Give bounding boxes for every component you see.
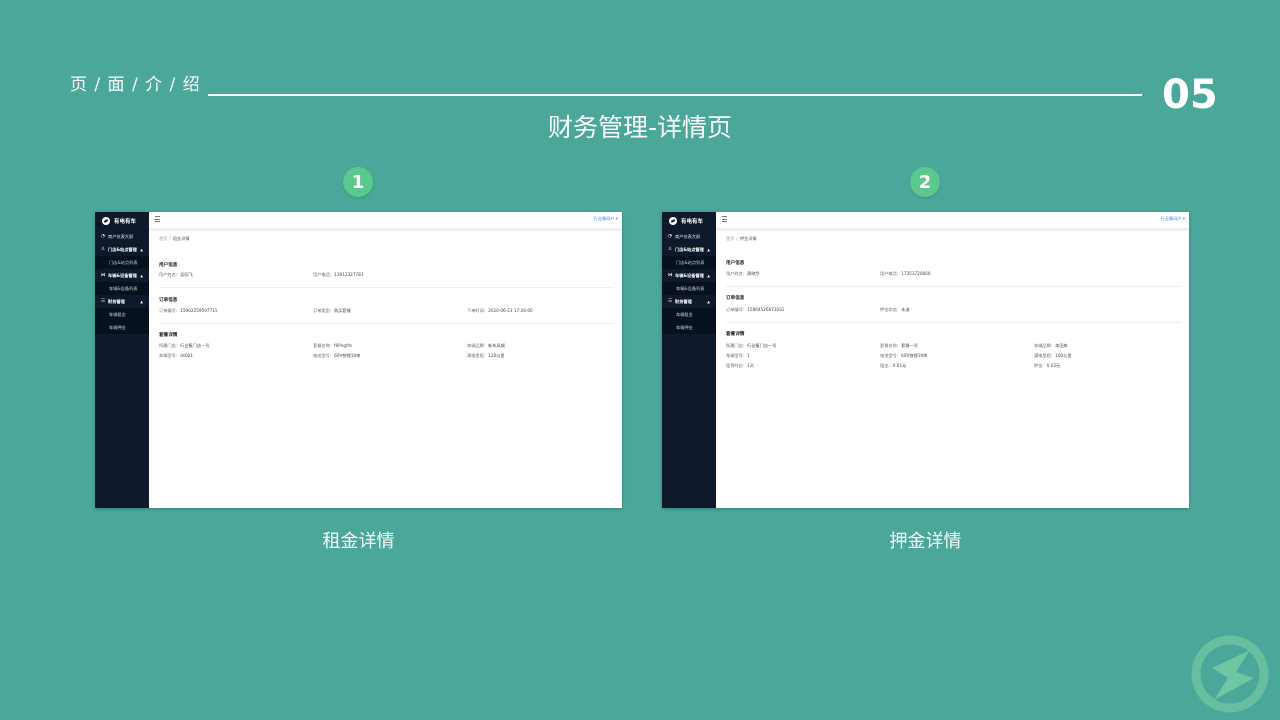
user-phone-field: 用户电话: 13912327781	[313, 272, 364, 277]
logo: 有电有车	[662, 212, 716, 230]
package-field: 租金: 0.01元	[880, 363, 907, 368]
chevron-up-icon: ▲	[707, 247, 710, 252]
user-menu[interactable]: 行业集网户 ▾	[1161, 216, 1185, 222]
package-field: 满电里程: 100公里	[1034, 353, 1072, 358]
sidebar-item-finance[interactable]: ☰ 财务管理 ▲	[95, 295, 149, 308]
vehicle-icon: ⋈	[668, 273, 673, 278]
sidebar-item-dashboard[interactable]: ◔ 商户仪表大屏	[95, 230, 149, 243]
sidebar-item-store-list[interactable]: 门店&站点列表	[662, 256, 716, 269]
order-number-field: 订单编号: 15894526672031	[726, 307, 785, 312]
sidebar: 有电有车 ◔ 商户仪表大屏 ♙ 门店&站点管理 ▲ 门店&站点列表 ⋈ 车辆&设备管理 ▲…	[662, 212, 716, 508]
chevron-up-icon: ▲	[707, 299, 710, 304]
page-title: 财务管理-详情页	[547, 113, 733, 142]
package-field: 电池型号: 60V铁锂19串	[313, 353, 361, 358]
breadcrumb: 首页 / 租金详情	[159, 236, 190, 241]
sidebar-item-stores[interactable]: ♙ 门店&站点管理 ▲	[95, 243, 149, 256]
rent-detail-screenshot: 有电有车 ◔ 商户仪表大屏 ♙ 门店&站点管理 ▲ 门店&站点列表 ⋈ 车辆&设备管理 ▲…	[95, 212, 622, 508]
header-divider	[208, 94, 1142, 96]
package-field: 车辆品牌: 本田车	[1034, 343, 1068, 348]
sidebar-item-rent[interactable]: 车辆租金	[662, 308, 716, 321]
package-field: 车辆型号: ds001	[159, 353, 194, 358]
package-info-title: 套餐详情	[726, 332, 745, 337]
user-name-field: 用户姓名: 周晓华	[726, 271, 760, 276]
finance-icon: ☰	[668, 299, 673, 304]
caption-deposit-detail: 押金详情	[889, 531, 962, 552]
brand-logo-icon	[102, 217, 110, 225]
user-name-field: 用户姓名: 吴阳飞	[159, 272, 193, 277]
vehicle-icon: ⋈	[101, 273, 106, 278]
chevron-up-icon: ▲	[140, 247, 143, 252]
order-time-field: 下单时间: 2020-06-23 17:26:00	[467, 308, 533, 313]
sidebar-item-finance[interactable]: ☰ 财务管理 ▲	[662, 295, 716, 308]
breadcrumb-current: 租金详情	[172, 236, 190, 241]
deposit-status-field: 押金状态: 未退	[880, 307, 910, 312]
dashboard-icon: ◔	[101, 234, 105, 239]
order-number-field: 订单编号: 15902259597711	[159, 308, 218, 313]
chevron-up-icon: ▲	[140, 273, 143, 278]
sidebar-item-vehicles[interactable]: ⋈ 车辆&设备管理 ▲	[95, 269, 149, 282]
sidebar-item-stores[interactable]: ♙ 门店&站点管理 ▲	[662, 243, 716, 256]
sidebar-item-deposit[interactable]: 车辆押金	[662, 321, 716, 334]
menu-icon[interactable]	[155, 216, 160, 222]
chevron-up-icon: ▲	[707, 273, 710, 278]
brand-watermark-icon	[1191, 635, 1269, 713]
sidebar-item-vehicle-list[interactable]: 车辆&设备列表	[662, 282, 716, 295]
breadcrumb-home[interactable]: 首页	[726, 236, 734, 241]
chevron-up-icon: ▲	[140, 299, 143, 304]
brand-logo-icon	[669, 217, 677, 225]
breadcrumb: 首页 / 押金详情	[726, 236, 757, 241]
sidebar-item-rent[interactable]: 车辆租金	[95, 308, 149, 321]
package-field: 套餐名称: f0Pngfrb	[313, 343, 352, 348]
top-bar: 行业集网户 ▾	[149, 212, 622, 231]
sidebar-item-deposit[interactable]: 车辆押金	[95, 321, 149, 334]
user-info-title: 用户信息	[726, 261, 745, 266]
divider	[159, 323, 614, 324]
order-type-field: 订单类型: 购买套餐	[313, 308, 351, 313]
sidebar-item-dashboard[interactable]: ◔ 商户仪表大屏	[662, 230, 716, 243]
sidebar-item-store-list[interactable]: 门店&站点列表	[95, 256, 149, 269]
section-label: 页 / 面 / 介 / 绍	[70, 75, 201, 95]
step-badge-2: 2	[910, 167, 940, 197]
store-icon: ♙	[668, 247, 673, 252]
divider	[159, 287, 614, 288]
divider	[726, 286, 1181, 287]
deposit-detail-screenshot: 有电有车 ◔ 商户仪表大屏 ♙ 门店&站点管理 ▲ 门店&站点列表 ⋈ 车辆&设备管理 ▲…	[662, 212, 1189, 508]
sidebar: 有电有车 ◔ 商户仪表大屏 ♙ 门店&站点管理 ▲ 门店&站点列表 ⋈ 车辆&设备管理 ▲…	[95, 212, 149, 508]
package-field: 套餐名称: 套餐一号	[880, 343, 918, 348]
sidebar-item-vehicle-list[interactable]: 车辆&设备列表	[95, 282, 149, 295]
caption-rent-detail: 租金详情	[322, 531, 395, 552]
user-info-title: 用户信息	[159, 263, 178, 268]
package-field: 满电里程: 120公里	[467, 353, 505, 358]
user-phone-field: 用户电话: 17353720660	[880, 271, 931, 276]
step-badge-1: 1	[343, 167, 373, 197]
store-icon: ♙	[101, 247, 106, 252]
package-field: 所属门店: 行业集门店一号	[159, 343, 210, 348]
finance-icon: ☰	[101, 299, 106, 304]
package-field: 押金: 0.02元	[1034, 363, 1061, 368]
package-info-title: 套餐详情	[159, 333, 178, 338]
order-info-title: 订单信息	[159, 298, 178, 303]
logo: 有电有车	[95, 212, 149, 230]
app-name: 有电有车	[681, 219, 704, 225]
user-menu[interactable]: 行业集网户 ▾	[594, 216, 618, 222]
app-name: 有电有车	[114, 219, 137, 225]
package-field: 电池型号: 60V铁锂19串	[880, 353, 928, 358]
breadcrumb-current: 押金详情	[739, 236, 757, 241]
divider	[726, 322, 1181, 323]
breadcrumb-home[interactable]: 首页	[159, 236, 167, 241]
sidebar-item-vehicles[interactable]: ⋈ 车辆&设备管理 ▲	[662, 269, 716, 282]
menu-icon[interactable]	[722, 216, 727, 222]
dashboard-icon: ◔	[668, 234, 672, 239]
package-field: 车辆品牌: 新东风顺	[467, 343, 505, 348]
package-field: 租赁时长: 1天	[726, 363, 755, 368]
top-bar: 行业集网户 ▾	[716, 212, 1189, 231]
package-field: 所属门店: 行业集门店一号	[726, 343, 777, 348]
package-field: 车辆型号: 1	[726, 353, 750, 358]
order-info-title: 订单信息	[726, 296, 745, 301]
